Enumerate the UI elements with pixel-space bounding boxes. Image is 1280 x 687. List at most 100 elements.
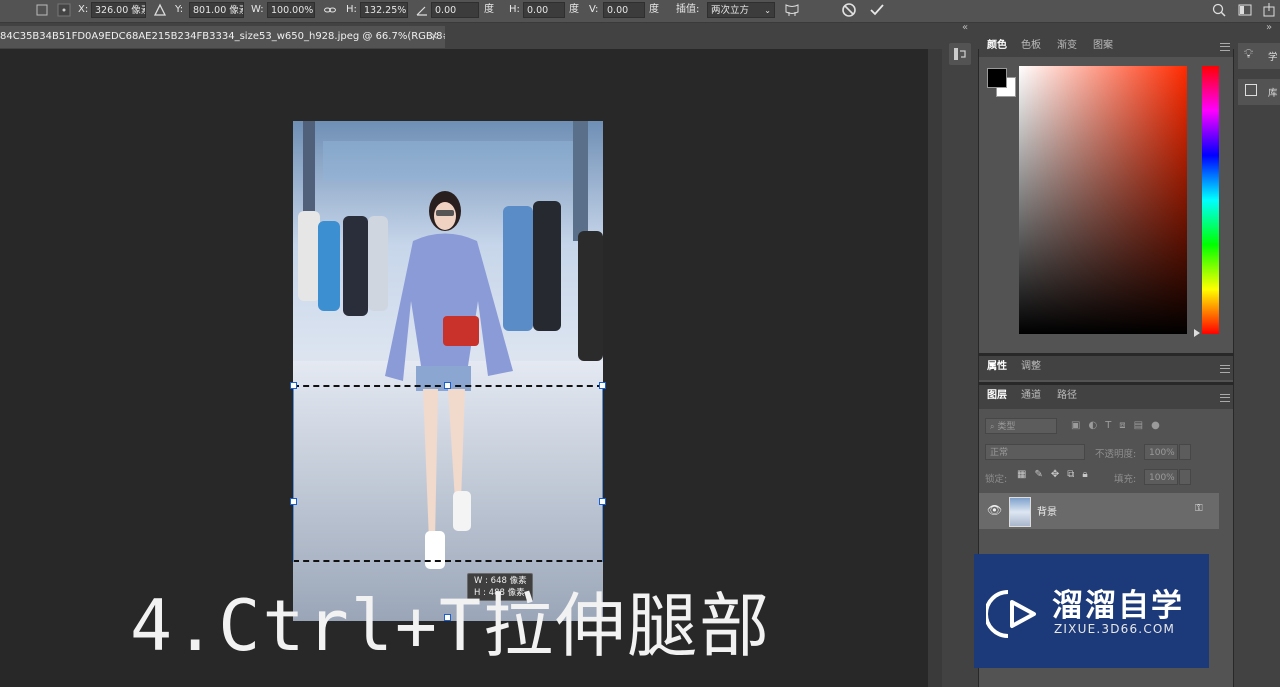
properties-menu-icon[interactable] [1220,365,1230,373]
angle-unit: 度 [484,4,494,15]
vskew-unit: 度 [649,4,659,15]
link-icon[interactable] [322,2,338,18]
layer-thumbnail [1009,497,1031,527]
hskew-label: H: [509,4,520,15]
document-tab[interactable]: 84C35B34B51FD0A9EDC68AE215B234FB3334_siz… [0,26,445,48]
tab-gradients[interactable]: 渐变 [1049,35,1085,57]
color-panel: 颜色 色板 渐变 图案 [979,35,1233,353]
visibility-eye-icon[interactable]: 👁︎ [987,503,1002,517]
libraries-panel-label: 库 [1268,88,1278,99]
interpolation-select[interactable]: 两次立方 ⌄ [707,2,775,18]
transform-handle-top-right[interactable] [599,382,606,389]
interpolation-label: 插值: [676,4,700,15]
panel-menu-icon[interactable] [1220,43,1230,51]
history-panel-icon[interactable] [949,43,971,65]
layer-filter-icons[interactable]: ▣◐T⧈▤● [1071,420,1168,431]
share-icon[interactable] [1261,2,1277,18]
adjustment-filter-icon[interactable]: ◐ [1088,420,1105,431]
lock-transparent-icon[interactable]: ▦ [1017,469,1034,480]
smart-filter-icon[interactable]: ▤ [1134,420,1151,431]
watermark-brand: 溜溜自学 [1052,588,1184,624]
search-icon: ⌕ [990,422,995,431]
hskew-unit: 度 [569,4,579,15]
learn-panel-button[interactable]: 💡︎ 学 [1238,43,1280,69]
transform-handle-right[interactable] [599,498,606,505]
layers-menu-icon[interactable] [1220,394,1230,402]
transform-left-edge [293,385,295,562]
collapse-panels-icon[interactable]: « [962,22,968,33]
tab-channels[interactable]: 通道 [1013,385,1049,407]
lock-artboard-icon[interactable]: ⧉ [1067,469,1082,480]
vskew-label: V: [589,4,599,15]
properties-tabbar: 属性 调整 [979,356,1233,380]
lock-paint-icon[interactable]: ✎ [1034,469,1050,480]
hue-slider[interactable] [1202,66,1219,334]
lightbulb-icon: 💡︎ [1244,47,1254,62]
collapsed-panels: 💡︎ 学 库 [1234,35,1280,687]
reference-point-icon[interactable] [56,2,72,18]
angle-input[interactable]: 0.00 [431,2,479,18]
fill-input[interactable]: 100% [1144,469,1178,485]
tab-adjustments[interactable]: 调整 [1013,356,1049,378]
layer-name: 背景 [1037,507,1057,518]
tab-color[interactable]: 颜色 [979,35,1015,57]
tab-properties[interactable]: 属性 [979,356,1015,378]
tab-swatches[interactable]: 色板 [1013,35,1049,57]
search-icon[interactable] [1211,2,1227,18]
panel-icon-column [942,35,978,687]
learn-panel-label: 学 [1268,52,1278,63]
filter-toggle-icon[interactable]: ● [1151,420,1168,431]
vskew-input[interactable]: 0.00 [603,2,645,18]
libraries-panel-button[interactable]: 库 [1238,79,1280,105]
lock-position-icon[interactable]: ✥ [1051,469,1067,480]
expand-panels-icon[interactable]: » [1266,22,1272,33]
interpolation-value: 两次立方 [711,5,750,16]
reference-point-checkbox[interactable] [34,2,50,18]
canvas-scrollbar[interactable] [928,49,942,687]
x-label: X: [78,4,89,15]
pixel-filter-icon[interactable]: ▣ [1071,420,1088,431]
relative-position-icon[interactable] [152,2,168,18]
x-input[interactable]: 326.00 像素 [91,2,146,18]
height-input[interactable]: 132.25% [360,2,408,18]
lock-icons[interactable]: ▦✎✥⧉🔒︎ [1017,469,1096,480]
transform-bounding-box[interactable] [293,385,603,562]
opacity-input[interactable]: 100% [1144,444,1178,460]
w-label: W: [251,4,264,15]
commit-transform-icon[interactable] [869,2,885,18]
color-field[interactable] [1019,66,1187,334]
warp-mode-icon[interactable] [784,2,800,18]
transform-right-edge [602,385,604,562]
y-input[interactable]: 801.00 像素 [189,2,244,18]
tab-layers[interactable]: 图层 [979,385,1015,407]
layers-tabbar: 图层 通道 路径 [979,385,1233,409]
transform-handle-top[interactable] [444,382,451,389]
shape-filter-icon[interactable]: ⧈ [1119,420,1133,431]
transform-handle-left[interactable] [290,498,297,505]
fill-label: 填充: [1114,474,1137,485]
layer-filter-select[interactable]: ⌕ 类型 [985,418,1057,434]
cancel-transform-icon[interactable] [841,2,857,18]
opacity-chevron-icon[interactable] [1179,444,1191,460]
layer-filter-label: 类型 [997,422,1016,432]
hskew-input[interactable]: 0.00 [523,2,565,18]
color-panel-tabbar: 颜色 色板 渐变 图案 [979,35,1233,57]
chevron-down-icon: ⌄ [764,6,771,15]
type-filter-icon[interactable]: T [1105,420,1119,431]
transform-handle-top-left[interactable] [290,382,297,389]
workspace-icon[interactable] [1237,2,1253,18]
lock-label: 锁定: [985,474,1008,485]
blend-mode-select[interactable]: 正常 [985,444,1085,460]
fill-chevron-icon[interactable] [1179,469,1191,485]
tutorial-caption: 4.Ctrl+T拉伸腿部 [130,585,772,667]
tab-paths[interactable]: 路径 [1049,385,1085,407]
hue-slider-thumb[interactable] [1194,329,1200,337]
close-tab-icon[interactable]: × [430,26,438,48]
play-logo-icon [986,590,1036,638]
lock-all-icon[interactable]: 🔒︎ [1082,469,1095,480]
foreground-color-swatch[interactable] [987,68,1007,88]
width-input[interactable]: 100.00% [267,2,315,18]
layer-row[interactable]: 👁︎ 背景 ⚿ [979,493,1219,529]
h-label: H: [346,4,357,15]
tab-patterns[interactable]: 图案 [1085,35,1121,57]
